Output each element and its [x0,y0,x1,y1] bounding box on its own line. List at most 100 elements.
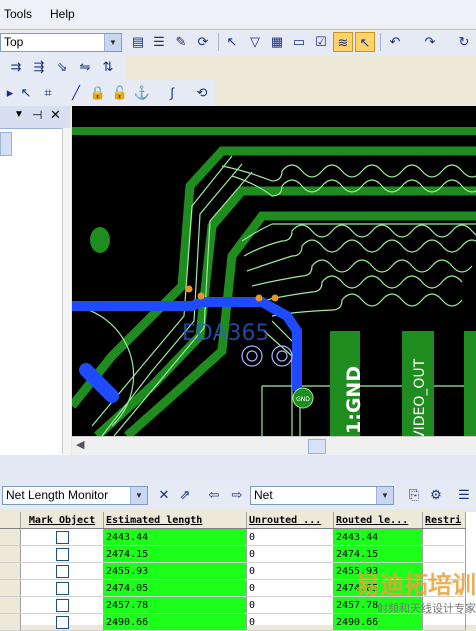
separator [218,33,219,51]
estimated-length-cell: 2457.78 [103,596,247,614]
row-header [0,512,21,529]
monitor-select[interactable]: Net Length Monitor ▼ [2,486,148,505]
tune-icon[interactable]: ⇅ [98,57,118,77]
table-row[interactable]: 2443.44 0 2443.44 [0,528,466,546]
redo-icon[interactable]: ↷ [420,32,440,52]
restrict-cell [422,528,466,546]
curve-icon[interactable]: ∫ [162,83,182,103]
eda365-logo: EDA365 [182,321,270,346]
watermark-title: 易迪拓培训 [356,571,476,599]
route-icon[interactable]: ↖ [222,32,242,52]
row-header [0,545,21,563]
undo-icon[interactable]: ↶ [385,32,405,52]
mark-checkbox[interactable] [55,598,69,612]
save-icon[interactable]: ▭ [289,32,309,52]
col-mark-object[interactable]: Mark Object [20,512,104,529]
row-header [0,528,21,546]
properties-icon[interactable]: ▤ [128,32,148,52]
col-estimated-length[interactable]: Estimated length [103,512,247,529]
highlight-icon[interactable]: ✎ [171,32,191,52]
gnd-pad-label: GND [296,396,310,403]
routed-length-cell: 2474.15 [333,545,423,563]
estimated-length-cell: 2443.44 [103,528,247,546]
mark-object-cell [20,579,104,597]
chevron-down-icon[interactable]: ▼ [376,487,393,504]
mark-checkbox[interactable] [55,547,69,561]
pcb-canvas[interactable]: EDA365 GND 1:GND VIDEO_OUT [72,106,476,436]
route-multi-icon[interactable]: ⇶ [29,57,49,77]
rotate-icon[interactable]: ⟲ [192,83,212,103]
bounds-icon[interactable]: ⌗ [38,83,58,103]
corner-icon[interactable]: ↖ [16,83,36,103]
unrouted-cell: 0 [246,545,334,563]
check-icon[interactable]: ☑ [311,32,331,52]
arrow-right-icon[interactable]: ⇨ [227,485,247,505]
menu-tools[interactable]: Tools [0,7,40,21]
bottom-panel-title [0,455,476,481]
mark-object-cell [20,596,104,614]
scroll-left-icon[interactable]: ◀ [76,438,84,451]
drc-icon[interactable]: ▽ [245,32,265,52]
mark-checkbox[interactable] [55,615,69,629]
panel-header: ▼ ⊣ ✕ [0,106,70,129]
settings-icon[interactable]: ⚙ [426,485,446,505]
net-monitor-toolbar: Net Length Monitor ▼ ✕ ⇗ ⇦ ⇨ Net ▼ ⎘ ⚙ ☰ [0,481,476,509]
more-icon[interactable]: ↻ [454,32,474,52]
export-icon[interactable]: ⇗ [175,485,195,505]
table-row[interactable]: 2474.15 0 2474.15 [0,545,466,563]
estimated-length-cell: 2474.05 [103,579,247,597]
chevron-down-icon[interactable]: ▼ [130,487,147,504]
copy-icon[interactable]: ⎘ [404,485,424,505]
edit-toolbar: ▸ ↖ ⌗ ╱ 🔒 🔓 ⚓ ∫ ⟲ [0,80,215,106]
row-header [0,562,21,580]
clear-icon[interactable]: ▦ [267,32,287,52]
refresh-icon[interactable]: ⟳ [193,32,213,52]
list-icon[interactable]: ☰ [454,485,474,505]
unlock-icon[interactable]: 🔓 [110,83,130,103]
mark-object-cell [20,613,104,631]
watermark-subtitle: 射频和天线设计专家 [377,602,476,615]
lock-icon[interactable]: 🔒 [88,83,108,103]
scroll-thumb[interactable] [308,439,326,454]
canvas-hscrollbar[interactable]: ◀ [72,436,476,455]
col-unrouted[interactable]: Unrouted ... [246,512,334,529]
col-routed-length[interactable]: Routed le... [333,512,423,529]
main-toolbar: Top ▼ ▤ ☰ ✎ ⟳ ↖ ▽ ▦ ▭ ☑ ≋ ↖ ↶ ↷ ↻ [0,29,476,55]
mark-checkbox[interactable] [55,530,69,544]
col-restrict[interactable]: Restri [422,512,466,529]
route-single-icon[interactable]: ⇉ [6,57,26,77]
select-icon[interactable]: ↖ [355,32,375,52]
fanout-icon[interactable]: ⇘ [52,57,72,77]
routed-length-cell: 2443.44 [333,528,423,546]
anchor-icon[interactable]: ⚓ [132,83,152,103]
mark-object-cell [20,545,104,563]
panel-tab[interactable] [0,132,12,156]
routing-toolbar: ⇉ ⇶ ⇘ ⇋ ⇅ [0,54,125,80]
row-header [0,579,21,597]
chevron-down-icon[interactable]: ▼ [104,34,121,51]
close-icon[interactable]: ✕ [154,485,174,505]
layer-select[interactable]: Top ▼ [0,33,122,52]
panel-scrollbar[interactable] [62,128,71,454]
close-icon[interactable]: ✕ [50,107,61,123]
mark-checkbox[interactable] [55,564,69,578]
list-icon[interactable]: ☰ [149,32,169,52]
pin-icon[interactable]: ⊣ [32,108,42,122]
pin-video-label: VIDEO_OUT [412,358,428,436]
diff-pair-icon[interactable]: ⇋ [75,57,95,77]
mark-checkbox[interactable] [55,581,69,595]
estimated-length-cell: 2474.15 [103,545,247,563]
slash-icon[interactable]: ╱ [66,83,86,103]
menu-bar: Tools Help [0,0,476,28]
row-header [0,613,21,631]
arrow-left-icon[interactable]: ⇦ [204,485,224,505]
dropdown-icon[interactable]: ▼ [14,109,24,120]
net-filter-select[interactable]: Net ▼ [250,486,394,505]
monitor-select-value: Net Length Monitor [6,488,109,502]
layer-select-value: Top [4,35,24,49]
unrouted-cell: 0 [246,528,334,546]
menu-help[interactable]: Help [42,7,83,21]
estimated-length-cell: 2455.93 [103,562,247,580]
project-panel [0,106,70,456]
netlength-icon[interactable]: ≋ [333,32,353,52]
